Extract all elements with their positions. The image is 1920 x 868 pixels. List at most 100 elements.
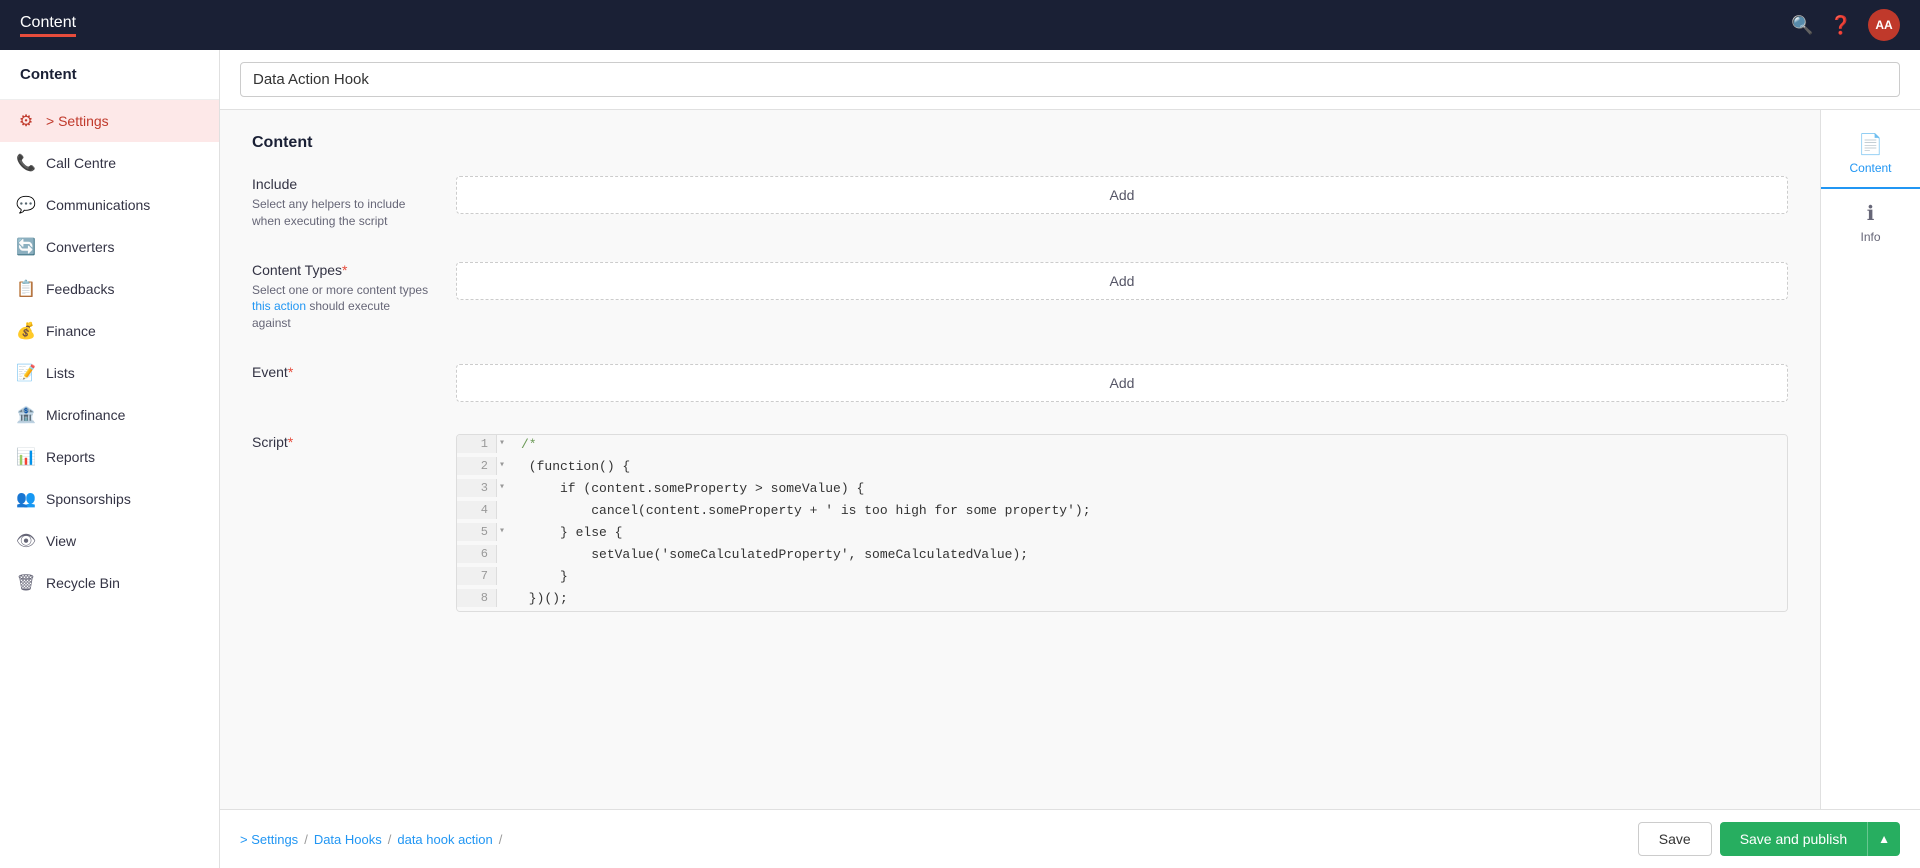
- event-field-col: Add: [456, 364, 1788, 402]
- sidebar-item-label: Lists: [46, 365, 75, 381]
- top-nav-actions: 🔍 ❓ AA: [1791, 9, 1900, 41]
- code-line-1: 1 ▾ /*: [457, 435, 1787, 457]
- script-label-col: Script*: [252, 434, 432, 612]
- code-editor[interactable]: 1 ▾ /* 2 ▾ (function() {: [456, 434, 1788, 612]
- event-add-button[interactable]: Add: [456, 364, 1788, 402]
- top-nav: Content 🔍 ❓ AA: [0, 0, 1920, 50]
- sidebar-item-communications[interactable]: 💬 Communications: [0, 184, 219, 226]
- code-line-3: 3 ▾ if (content.someProperty > someValue…: [457, 479, 1787, 501]
- script-label: Script*: [252, 434, 432, 450]
- sidebar-item-feedbacks[interactable]: 📋 Feedbacks: [0, 268, 219, 310]
- sidebar-item-label: Sponsorships: [46, 491, 131, 507]
- form-scroll: Content Include Select any helpers to in…: [220, 110, 1820, 809]
- content-area: Content Include Select any helpers to in…: [220, 50, 1920, 868]
- footer-actions: Save Save and publish ▲: [1638, 822, 1900, 856]
- help-icon[interactable]: ❓: [1830, 15, 1852, 36]
- recycle-bin-icon: 🗑: [16, 573, 36, 593]
- sidebar-item-recycle-bin[interactable]: 🗑 Recycle Bin: [0, 562, 219, 604]
- breadcrumb-sep-3: /: [499, 832, 503, 847]
- microfinance-icon: 🏦: [16, 405, 36, 425]
- content-tab-label: Content: [1849, 161, 1891, 175]
- content-types-row: Content Types* Select one or more conten…: [252, 262, 1788, 332]
- footer: > Settings / Data Hooks / data hook acti…: [220, 809, 1920, 868]
- settings-icon: ⚙: [16, 111, 36, 131]
- user-avatar[interactable]: AA: [1868, 9, 1900, 41]
- call-centre-icon: 📞: [16, 153, 36, 173]
- this-action-link[interactable]: this action: [252, 299, 306, 313]
- sidebar-item-label: Converters: [46, 239, 114, 255]
- right-panel: 📄 Content ℹ Info: [1820, 110, 1920, 809]
- code-line-2: 2 ▾ (function() {: [457, 457, 1787, 479]
- content-tab-icon: 📄: [1858, 132, 1883, 157]
- include-field-col: Add: [456, 176, 1788, 230]
- sidebar-item-lists[interactable]: 📝 Lists: [0, 352, 219, 394]
- save-publish-button[interactable]: Save and publish: [1720, 822, 1867, 856]
- sidebar-item-finance[interactable]: 💰 Finance: [0, 310, 219, 352]
- breadcrumb-data-hook-action[interactable]: data hook action: [397, 832, 492, 847]
- sidebar-item-label: Finance: [46, 323, 96, 339]
- script-row: Script* 1 ▾ /* 2: [252, 434, 1788, 612]
- sponsorships-icon: 👥: [16, 489, 36, 509]
- finance-icon: 💰: [16, 321, 36, 341]
- sidebar-item-label: Microfinance: [46, 407, 125, 423]
- sidebar-item-label: Recycle Bin: [46, 575, 120, 591]
- form-content: Content Include Select any helpers to in…: [220, 110, 1820, 668]
- sidebar-item-reports[interactable]: 📊 Reports: [0, 436, 219, 478]
- content-types-add-button[interactable]: Add: [456, 262, 1788, 300]
- include-label: Include: [252, 176, 432, 192]
- sidebar-item-view[interactable]: 👁 View: [0, 520, 219, 562]
- code-line-5: 5 ▾ } else {: [457, 523, 1787, 545]
- info-tab-icon: ℹ: [1867, 201, 1875, 226]
- save-button[interactable]: Save: [1638, 822, 1712, 856]
- content-types-label-col: Content Types* Select one or more conten…: [252, 262, 432, 332]
- code-line-8: 8 })();: [457, 589, 1787, 611]
- publish-group: Save and publish ▲: [1720, 822, 1900, 856]
- publish-dropdown-button[interactable]: ▲: [1867, 822, 1900, 856]
- content-types-label: Content Types*: [252, 262, 432, 278]
- feedbacks-icon: 📋: [16, 279, 36, 299]
- event-label-col: Event*: [252, 364, 432, 402]
- search-icon[interactable]: 🔍: [1791, 15, 1813, 36]
- title-bar: [220, 50, 1920, 110]
- code-line-6: 6 setValue('someCalculatedProperty', som…: [457, 545, 1787, 567]
- sidebar-item-converters[interactable]: 🔄 Converters: [0, 226, 219, 268]
- communications-icon: 💬: [16, 195, 36, 215]
- lists-icon: 📝: [16, 363, 36, 383]
- script-field-col: 1 ▾ /* 2 ▾ (function() {: [456, 434, 1788, 612]
- sidebar-item-label: View: [46, 533, 76, 549]
- breadcrumb-settings[interactable]: > Settings: [240, 832, 298, 847]
- view-icon: 👁: [16, 531, 36, 551]
- sidebar-item-label: Call Centre: [46, 155, 116, 171]
- content-types-field-col: Add: [456, 262, 1788, 332]
- info-tab-label: Info: [1860, 230, 1880, 244]
- sidebar-header: Content: [0, 50, 219, 100]
- sidebar-item-label: > Settings: [46, 113, 109, 129]
- breadcrumb-data-hooks[interactable]: Data Hooks: [314, 832, 382, 847]
- code-line-7: 7 }: [457, 567, 1787, 589]
- content-types-help: Select one or more content types this ac…: [252, 282, 432, 332]
- include-help: Select any helpers to include when execu…: [252, 196, 432, 230]
- code-line-4: 4 cancel(content.someProperty + ' is too…: [457, 501, 1787, 523]
- converters-icon: 🔄: [16, 237, 36, 257]
- include-row: Include Select any helpers to include wh…: [252, 176, 1788, 230]
- sidebar-item-call-centre[interactable]: 📞 Call Centre: [0, 142, 219, 184]
- tab-content[interactable]: 📄 Content: [1821, 120, 1920, 189]
- sidebar-item-label: Communications: [46, 197, 150, 213]
- form-section-title: Content: [252, 134, 1788, 152]
- breadcrumb-sep-1: /: [304, 832, 308, 847]
- sidebar-item-label: Reports: [46, 449, 95, 465]
- include-label-col: Include Select any helpers to include wh…: [252, 176, 432, 230]
- tab-info[interactable]: ℹ Info: [1821, 189, 1920, 258]
- main-layout: Content ⚙ > Settings 📞 Call Centre 💬 Com…: [0, 50, 1920, 868]
- sidebar-item-settings[interactable]: ⚙ > Settings: [0, 100, 219, 142]
- breadcrumb: > Settings / Data Hooks / data hook acti…: [240, 832, 502, 847]
- include-add-button[interactable]: Add: [456, 176, 1788, 214]
- sidebar-item-sponsorships[interactable]: 👥 Sponsorships: [0, 478, 219, 520]
- sidebar-item-label: Feedbacks: [46, 281, 114, 297]
- page-title-input[interactable]: [240, 62, 1900, 97]
- event-row: Event* Add: [252, 364, 1788, 402]
- breadcrumb-sep-2: /: [388, 832, 392, 847]
- event-label: Event*: [252, 364, 432, 380]
- app-title: Content: [20, 14, 76, 37]
- sidebar-item-microfinance[interactable]: 🏦 Microfinance: [0, 394, 219, 436]
